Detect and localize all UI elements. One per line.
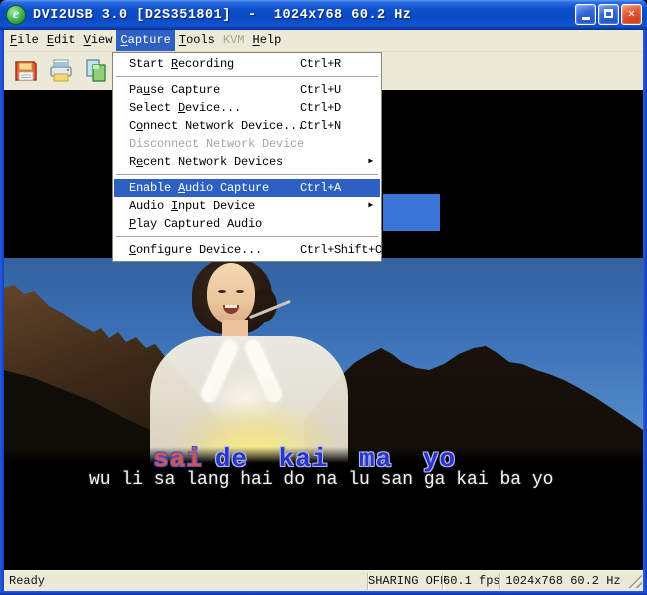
window-title: DVI2USB 3.0 [D2S351801] - 1024x768 60.2 … [33,8,411,23]
statusbar: Ready SHARING OFF60.1 fps1024x768 60.2 H… [4,570,643,591]
minimize-icon [582,17,590,20]
menu-separator [115,171,379,179]
menu-item-enable-audio-capture[interactable]: Enable Audio CaptureCtrl+A [114,179,380,197]
karaoke-line-current: saide kai ma yo [153,446,456,472]
epiphan-logo-icon: e [6,5,26,25]
menu-item-play-captured-audio[interactable]: Play Captured Audio [114,215,380,233]
menu-item-disconnect-network-device: Disconnect Network Device [114,135,380,153]
copy-documents-icon [83,58,109,84]
menubar-item-capture[interactable]: Capture [116,30,174,51]
status-cell-2: 1024x768 60.2 Hz [499,573,626,590]
window-controls: ✕ [575,4,642,25]
app-window: e DVI2USB 3.0 [D2S351801] - 1024x768 60.… [0,0,647,595]
mouth [223,305,239,314]
repaint-artifact [383,194,440,231]
window-border-bottom [0,591,647,595]
singer-figure [4,258,643,463]
menubar-item-tools[interactable]: Tools [175,30,219,51]
menu-item-recent-network-devices[interactable]: Recent Network Devices▶ [114,153,380,171]
menu-item-configure-device[interactable]: Configure Device...Ctrl+Shift+C [114,241,380,259]
menubar-item-help[interactable]: Help [248,30,285,51]
face [207,263,255,324]
menubar-item-view[interactable]: View [80,30,117,51]
close-button[interactable]: ✕ [621,4,642,25]
status-cell-0: SHARING OFF [367,573,442,590]
karaoke-line-next: wu li sa lang hai do na lu san ga kai ba… [89,471,553,491]
menubar: FileEditViewCaptureToolsKVMHelp [4,30,643,52]
menu-item-start-recording[interactable]: Start RecordingCtrl+R [114,55,380,73]
menu-item-select-device[interactable]: Select Device...Ctrl+D [114,99,380,117]
maximize-button[interactable] [598,4,619,25]
menu-separator [115,73,379,81]
menubar-item-kvm: KVM [219,30,249,51]
floppy-disk-icon [13,58,39,84]
maximize-icon [604,9,613,18]
window-border-right [643,30,647,591]
printer-icon [48,58,74,84]
close-icon: ✕ [628,7,635,21]
teeth [225,305,237,308]
print-button[interactable] [47,56,75,86]
window-border-left [0,30,4,591]
menubar-item-edit[interactable]: Edit [43,30,80,51]
resize-grip-icon[interactable] [628,574,642,588]
minimize-button[interactable] [575,4,596,25]
status-cells: SHARING OFF60.1 fps1024x768 60.2 Hz [367,573,626,590]
menubar-item-file[interactable]: File [6,30,43,51]
menu-item-connect-network-device[interactable]: Connect Network Device...Ctrl+N [114,117,380,135]
menu-separator [115,233,379,241]
status-ready-text: Ready [4,574,367,588]
menu-item-audio-input-device[interactable]: Audio Input Device▶ [114,197,380,215]
video-frame [4,258,643,463]
copy-button[interactable] [82,56,110,86]
save-button[interactable] [12,56,40,86]
eye [218,290,226,293]
eye [236,290,244,293]
titlebar: e DVI2USB 3.0 [D2S351801] - 1024x768 60.… [0,0,647,30]
menu-item-pause-capture[interactable]: Pause CaptureCtrl+U [114,81,380,99]
capture-menu-popup: Start RecordingCtrl+R Pause CaptureCtrl+U… [112,52,382,262]
status-cell-1: 60.1 fps [442,573,499,590]
